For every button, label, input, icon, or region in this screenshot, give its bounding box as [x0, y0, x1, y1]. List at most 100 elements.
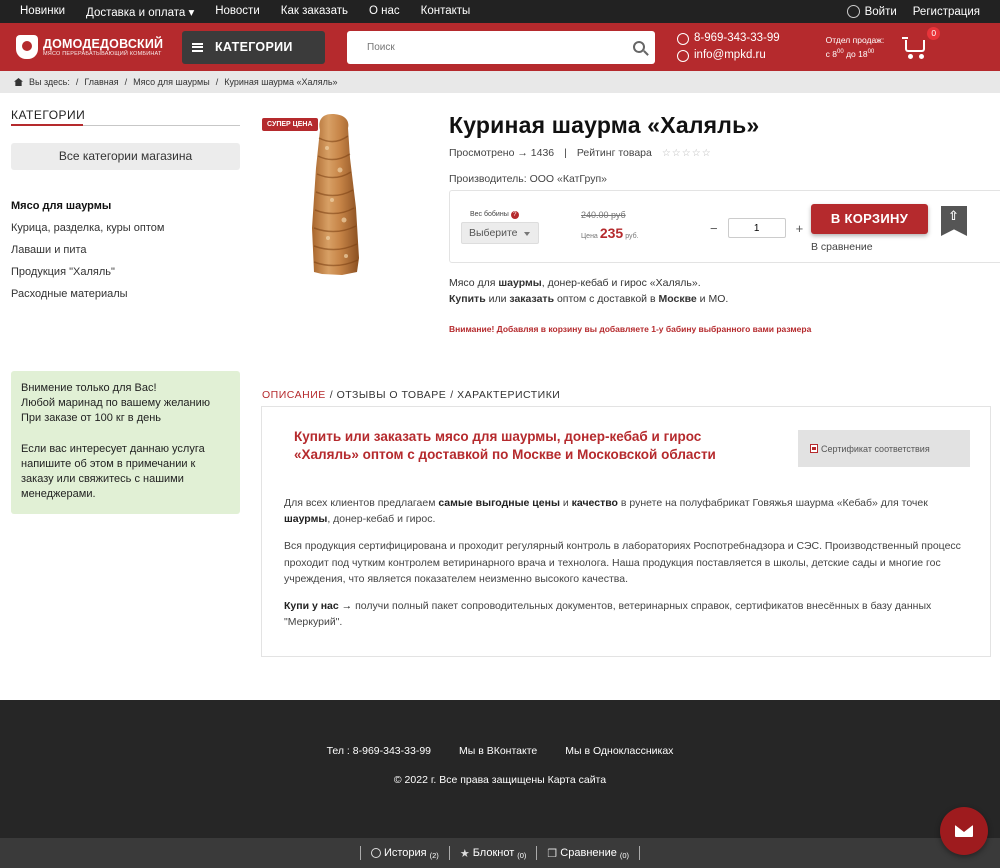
nav-link-delivery[interactable]: Доставка и оплата ▾	[86, 5, 194, 19]
mail-icon	[955, 825, 973, 837]
categories-button[interactable]: КАТЕГОРИИ	[182, 30, 325, 64]
description-paragraph: Для всех клиентов предлагаем самые выгод…	[284, 495, 974, 528]
desc-line: Мясо для шаурмы, донер-кебаб и гирос «Ха…	[449, 275, 811, 291]
weight-select[interactable]: Выберите	[461, 222, 539, 244]
tab-reviews[interactable]: / ОТЗЫВЫ О ТОВАРЕ	[330, 389, 447, 401]
hours-to-sup: 00	[867, 49, 875, 56]
top-navigation-bar: Новинки Доставка и оплата ▾ Новости Как …	[0, 0, 1000, 23]
qty-input[interactable]	[727, 218, 786, 238]
compare-label: Сравнение	[560, 847, 617, 859]
search-icon[interactable]	[633, 41, 645, 53]
description-paragraph: Купи у нас → получи полный пакет сопрово…	[284, 598, 974, 631]
sidebar-item-lavash[interactable]: Лаваши и пита	[11, 244, 240, 266]
footer-ok-link[interactable]: Мы в Одноклассниках	[565, 745, 673, 757]
notebook-label: Блокнот	[472, 847, 515, 859]
shawarma-image	[312, 114, 359, 275]
breadcrumb-home[interactable]: Главная	[84, 77, 118, 87]
qty-increase-button[interactable]: +	[796, 221, 804, 236]
desc-line: Купить или заказать оптом с доставкой в …	[449, 291, 811, 307]
hours-from-sup: 00	[837, 49, 844, 56]
weight-label: Вес бобины?	[470, 211, 519, 219]
tab-description[interactable]: ОПИСАНИЕ	[262, 389, 326, 401]
super-price-badge: СУПЕР ЦЕНА	[262, 118, 318, 131]
site-logo[interactable]: ДОМОДЕДОВСКИЙ МЯСО ПЕРЕРАБАТЫВАЮЩИЙ КОМБ…	[16, 35, 186, 59]
history-label: История	[383, 847, 427, 859]
all-categories-button[interactable]: Все категории магазина	[11, 143, 240, 170]
sidebar-item-chicken[interactable]: Курица, разделка, куры оптом	[11, 222, 240, 244]
nav-link-new[interactable]: Новинки	[20, 5, 65, 19]
manufacturer: Производитель: ООО «КатГруп»	[449, 173, 607, 185]
price-unit: руб.	[625, 233, 639, 240]
breadcrumb-prefix: Вы здесь:	[29, 77, 70, 87]
product-meta: Просмотрено → 1436 | Рейтинг товара ☆☆☆☆…	[449, 147, 1000, 159]
p-text: , донер-кебаб и гирос.	[327, 513, 436, 526]
home-icon	[14, 78, 23, 86]
menu-icon	[192, 42, 203, 52]
view-count: Просмотрено → 1436	[449, 147, 555, 159]
p-text: Для всех клиентов предлагаем	[284, 497, 439, 509]
search-input[interactable]	[367, 41, 633, 53]
breadcrumb-category[interactable]: Мясо для шаурмы	[133, 77, 210, 87]
cart-handle	[902, 37, 909, 39]
rating-stars[interactable]: ☆☆☆☆☆	[662, 148, 712, 159]
tab-specs[interactable]: / ХАРАКТЕРИСТИКИ	[450, 389, 560, 401]
footer-links: Тел : 8-969-343-33-99 Мы в ВКонтакте Мы …	[0, 745, 1000, 757]
contact-mail-button[interactable]	[940, 807, 988, 855]
sales-hours-title: Отдел продаж:	[825, 35, 885, 46]
header-phone-link[interactable]: 8-969-343-33-99	[694, 30, 780, 47]
product-tabs: ОПИСАНИЕ / ОТЗЫВЫ О ТОВАРЕ / ХАРАКТЕРИСТ…	[262, 389, 560, 401]
history-button[interactable]: История (2)	[370, 847, 439, 860]
promo-line: При заказе от 100 кг в день	[21, 412, 162, 425]
cart-warning: Внимание! Добавляя в корзину вы добавляе…	[449, 324, 812, 334]
header-email-link[interactable]: info@mpkd.ru	[694, 47, 766, 64]
sidebar-item-supplies[interactable]: Расходные материалы	[11, 288, 240, 310]
bookmark-arrow: ⇧	[948, 208, 959, 223]
nav-link-about[interactable]: О нас	[369, 5, 400, 19]
desc-text: или	[485, 293, 510, 305]
notebook-button[interactable]: ★ Блокнот (0)	[460, 847, 527, 860]
current-price: Цена 235 руб.	[581, 225, 639, 241]
p-bold: Купи у нас →	[284, 600, 353, 613]
footer-vk-link[interactable]: Мы в ВКонтакте	[459, 745, 537, 757]
certificate-link[interactable]: Сертификат соответствия	[798, 430, 970, 467]
desc-text: и МО.	[696, 293, 729, 305]
site-header: ДОМОДЕДОВСКИЙ МЯСО ПЕРЕРАБАТЫВАЮЩИЙ КОМБ…	[0, 23, 1000, 71]
top-nav: Новинки Доставка и оплата ▾ Новости Как …	[20, 5, 470, 19]
old-price: 240.00 руб	[581, 210, 626, 220]
qty-decrease-button[interactable]: −	[710, 221, 718, 236]
bottom-toolbar: История (2) ★ Блокнот (0) ❐ Сравнение (0)	[0, 838, 1000, 868]
nav-link-contacts[interactable]: Контакты	[421, 5, 471, 19]
promo-line: Любой маринад по вашему желанию	[21, 397, 210, 410]
cart-wheel	[919, 54, 925, 59]
sidebar-item-shawarma-meat[interactable]: Мясо для шаурмы	[11, 200, 240, 222]
p-text: в рунете на полуфабрикат Говяжья шаурма …	[617, 497, 928, 509]
cart-count-badge: 0	[927, 27, 941, 40]
add-to-cart-button[interactable]: В КОРЗИНУ	[811, 204, 928, 234]
product-title: Куриная шаурма «Халяль»	[449, 112, 760, 138]
add-to-compare-link[interactable]: В сравнение	[811, 241, 873, 253]
description-text: Для всех клиентов предлагаем самые выгод…	[284, 495, 974, 641]
compare-count: (0)	[619, 850, 630, 860]
sidebar-item-halal[interactable]: Продукция "Халяль"	[11, 266, 240, 288]
nav-link-how-to-order[interactable]: Как заказать	[281, 5, 348, 19]
help-icon[interactable]: ?	[510, 211, 519, 219]
product-image[interactable]: СУПЕР ЦЕНА	[262, 108, 432, 278]
account-links: Войти Регистрация	[846, 5, 980, 18]
breadcrumb-current: Куриная шаурма «Халяль»	[224, 77, 338, 87]
meta-separator: |	[564, 147, 567, 159]
login-link[interactable]: Войти	[846, 5, 897, 18]
nav-link-news[interactable]: Новости	[215, 5, 260, 19]
sidebar-title: КАТЕГОРИИ	[11, 108, 240, 126]
category-list: Мясо для шаурмы Курица, разделка, куры о…	[11, 200, 240, 310]
phone-icon	[677, 32, 689, 45]
desc-bold: Купить	[449, 293, 486, 305]
register-link[interactable]: Регистрация	[913, 6, 980, 18]
sales-hours: Отдел продаж: с 800 до 1800	[826, 34, 885, 60]
footer-phone[interactable]: Тел : 8-969-343-33-99	[327, 745, 431, 757]
compare-button[interactable]: ❐ Сравнение (0)	[547, 847, 629, 860]
p-text: и	[559, 497, 572, 509]
hours-from: с 8	[825, 48, 838, 59]
mail-icon	[677, 49, 689, 62]
bookmark-icon[interactable]: ⇧	[941, 206, 967, 236]
cart-icon[interactable]: 0	[902, 27, 941, 60]
